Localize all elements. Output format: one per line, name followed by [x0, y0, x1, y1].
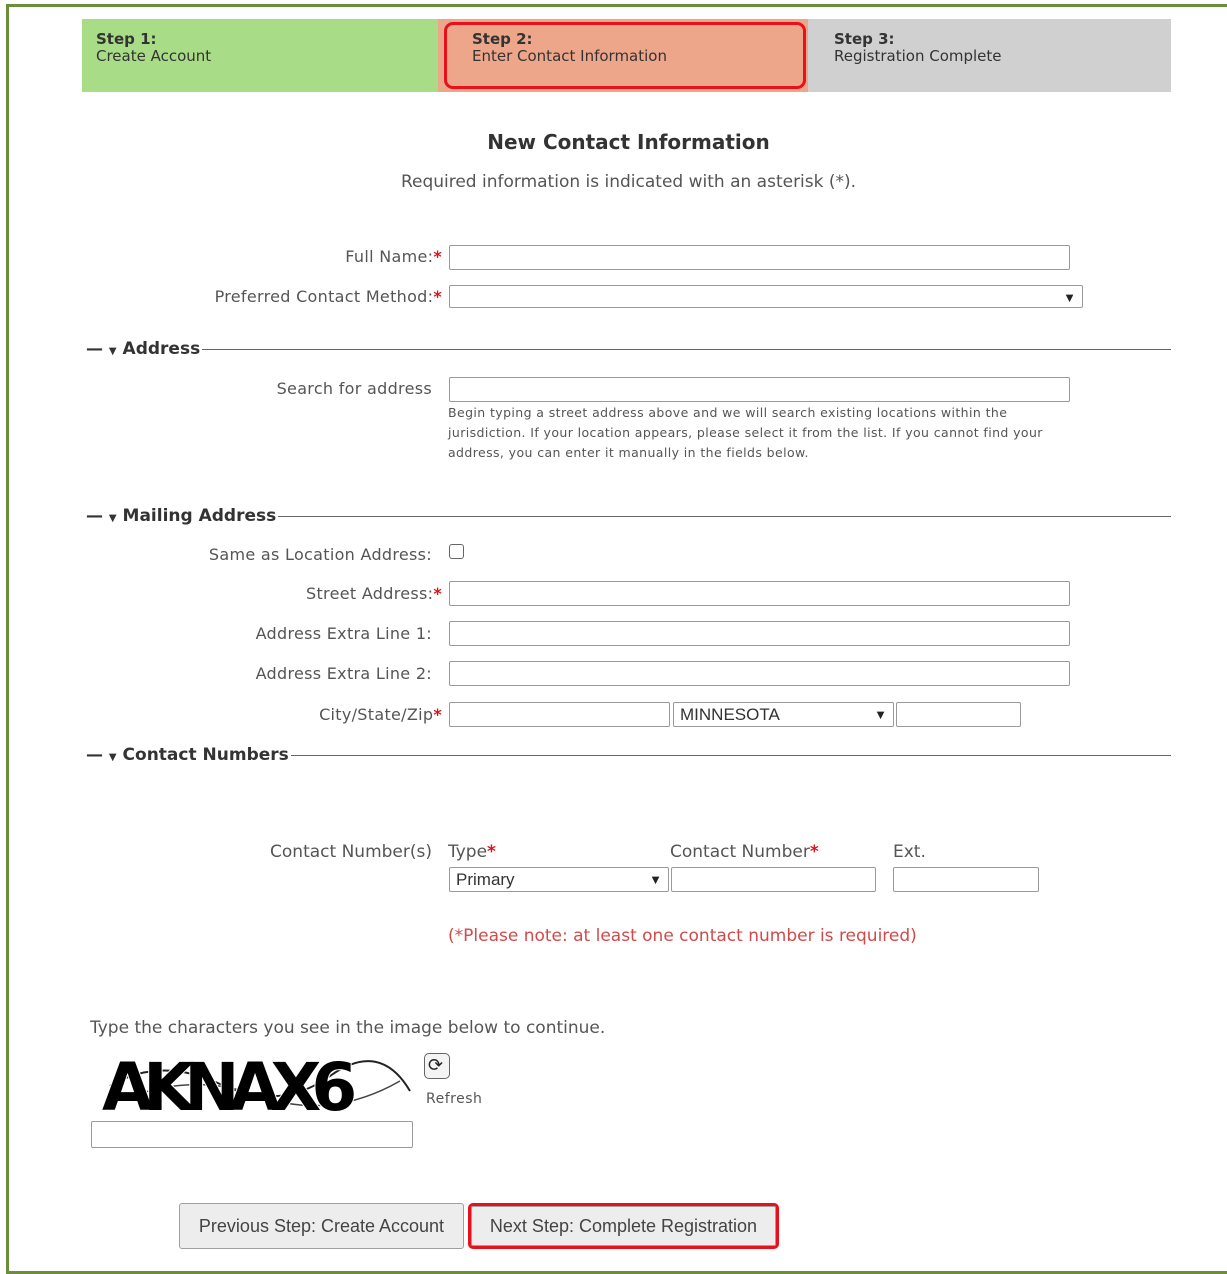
contact-number-header: Contact Number*: [670, 842, 819, 862]
address-section-title: — ▼ Address: [86, 339, 203, 359]
contact-numbers-label: Contact Number(s): [270, 842, 432, 862]
required-asterisk: *: [433, 705, 442, 724]
step-2-highlight: [444, 22, 806, 89]
address-help-text: Begin typing a street address above and …: [448, 405, 1043, 460]
step-3-label: Step 3:: [834, 30, 895, 48]
full-name-label: Full Name:*: [345, 247, 442, 266]
chevron-down-icon: ▼: [649, 872, 662, 887]
same-as-location-checkbox[interactable]: [449, 544, 464, 559]
city-input[interactable]: [449, 702, 670, 727]
step-3-name: Registration Complete: [834, 47, 1002, 65]
captcha-input[interactable]: [91, 1121, 413, 1148]
collapse-triangle-icon: ▼: [108, 752, 117, 763]
address-extra-2-label: Address Extra Line 2:: [255, 664, 432, 683]
step-1-create-account: Step 1: Create Account: [82, 19, 438, 92]
captcha-refresh-label[interactable]: Refresh: [426, 1091, 482, 1107]
page-title: New Contact Information: [487, 130, 770, 154]
address-extra-1-label: Address Extra Line 1:: [255, 624, 432, 643]
required-asterisk: *: [433, 247, 442, 266]
contact-number-required-note: (*Please note: at least one contact numb…: [448, 926, 917, 946]
address-extra-1-input[interactable]: [449, 621, 1070, 646]
street-address-label: Street Address:*: [306, 584, 442, 603]
step-1-name: Create Account: [96, 47, 212, 65]
ext-header: Ext.: [893, 842, 926, 862]
captcha-graphic: AKNAX6: [101, 1048, 411, 1118]
section-divider: [86, 349, 1171, 350]
mailing-section-title: — ▼ Mailing Address: [86, 506, 279, 526]
address-extra-2-input[interactable]: [449, 661, 1070, 686]
mailing-section-header[interactable]: — ▼ Mailing Address: [86, 506, 1171, 526]
city-state-zip-label: City/State/Zip*: [319, 705, 442, 724]
contact-method-select[interactable]: ▼: [449, 285, 1083, 308]
address-section-header[interactable]: — ▼ Address: [86, 339, 1171, 359]
captcha-image: AKNAX6: [100, 1046, 418, 1118]
required-asterisk: *: [433, 287, 442, 306]
chevron-down-icon: ▼: [1063, 290, 1076, 305]
captcha-refresh-button[interactable]: ⟳: [424, 1053, 450, 1079]
same-as-location-label: Same as Location Address:: [208, 545, 432, 564]
zip-input[interactable]: [896, 702, 1021, 727]
contact-type-value: Primary: [456, 870, 515, 889]
chevron-down-icon: ▼: [874, 707, 887, 722]
step-1-label: Step 1:: [96, 30, 157, 48]
contact-number-input[interactable]: [671, 867, 876, 892]
street-address-input[interactable]: [449, 581, 1070, 606]
required-asterisk: *: [487, 842, 496, 862]
refresh-icon: ⟳: [428, 1055, 444, 1076]
type-header: Type*: [448, 842, 496, 862]
ext-input[interactable]: [893, 867, 1039, 892]
required-asterisk: *: [433, 584, 442, 603]
contact-method-label: Preferred Contact Method:*: [214, 287, 442, 306]
required-asterisk: *: [809, 842, 819, 862]
collapse-triangle-icon: ▼: [108, 346, 117, 357]
state-select[interactable]: MINNESOTA ▼: [673, 702, 894, 727]
collapse-triangle-icon: ▼: [108, 513, 117, 524]
search-address-label: Search for address: [276, 379, 432, 398]
full-name-input[interactable]: [449, 245, 1070, 270]
contact-numbers-section-title: — ▼ Contact Numbers: [86, 745, 291, 765]
contact-numbers-section-header[interactable]: — ▼ Contact Numbers: [86, 745, 1171, 765]
required-info-note: Required information is indicated with a…: [400, 172, 857, 192]
state-select-value: MINNESOTA: [680, 705, 780, 724]
contact-type-select[interactable]: Primary ▼: [449, 867, 669, 892]
captcha-image-text: AKNAX6: [102, 1049, 354, 1118]
search-address-input[interactable]: [449, 377, 1070, 402]
next-step-button[interactable]: Next Step: Complete Registration: [468, 1203, 779, 1249]
step-3-registration-complete: Step 3: Registration Complete: [808, 19, 1171, 92]
previous-step-button[interactable]: Previous Step: Create Account: [179, 1203, 464, 1249]
captcha-instruction: Type the characters you see in the image…: [90, 1018, 606, 1038]
